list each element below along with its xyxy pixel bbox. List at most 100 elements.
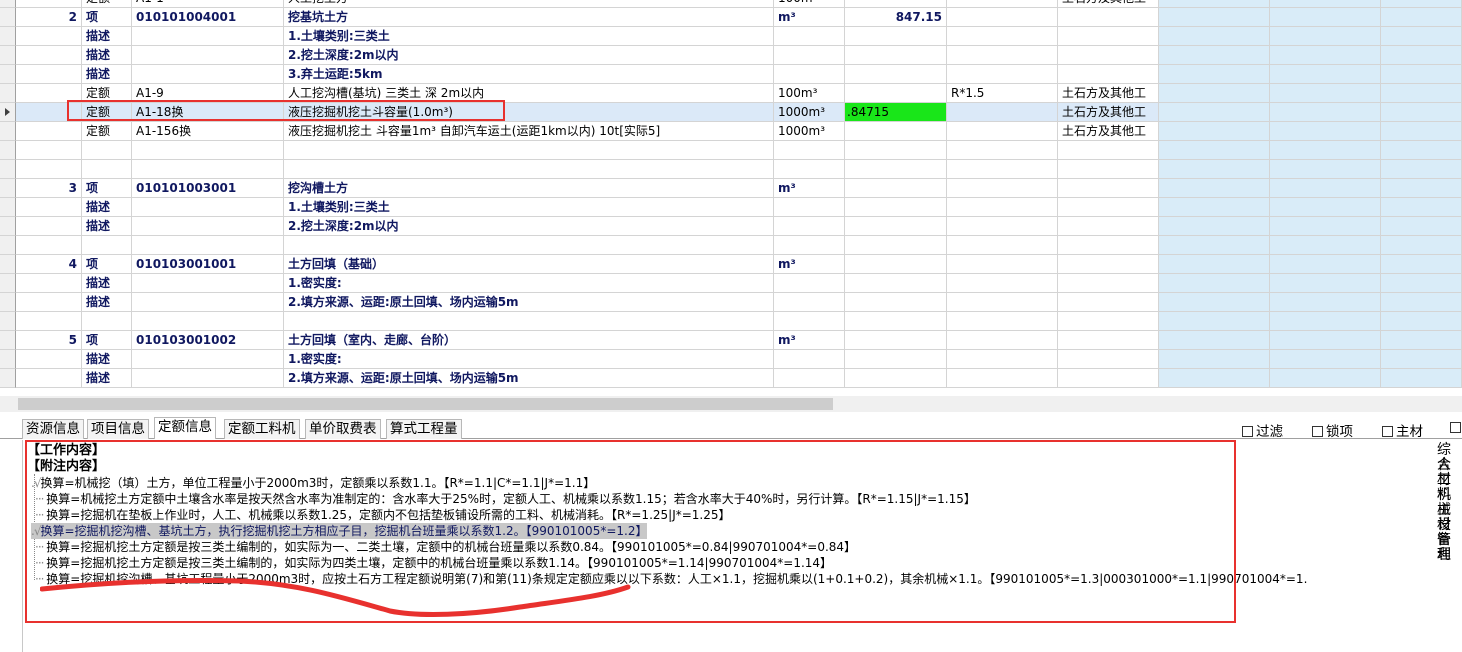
- row-indicator[interactable]: [0, 27, 16, 46]
- row-profession[interactable]: 土石方及其他工: [1058, 122, 1159, 141]
- row-type[interactable]: 项: [82, 179, 132, 198]
- row-type[interactable]: [82, 236, 132, 255]
- row-conversion[interactable]: [947, 103, 1058, 122]
- blank-column-cell[interactable]: [1381, 293, 1462, 312]
- blank-column-cell[interactable]: [1270, 293, 1381, 312]
- row-indicator[interactable]: [0, 217, 16, 236]
- lock-item-checkbox[interactable]: 锁项: [1312, 420, 1353, 440]
- blank-column-cell[interactable]: [1159, 179, 1270, 198]
- table-row[interactable]: 描述 1.土壤类别:三类土: [0, 27, 1462, 46]
- row-unit[interactable]: [774, 141, 845, 160]
- row-qty[interactable]: [845, 179, 947, 198]
- blank-column-cell[interactable]: [1270, 312, 1381, 331]
- row-type[interactable]: 项: [82, 331, 132, 350]
- row-seq[interactable]: [16, 369, 82, 388]
- row-type[interactable]: 描述: [82, 46, 132, 65]
- row-code[interactable]: [132, 312, 284, 331]
- row-conversion[interactable]: [947, 179, 1058, 198]
- row-indicator[interactable]: [0, 46, 16, 65]
- blank-column-cell[interactable]: [1381, 65, 1462, 84]
- row-unit[interactable]: [774, 217, 845, 236]
- row-indicator[interactable]: [0, 293, 16, 312]
- blank-column-cell[interactable]: [1270, 0, 1381, 8]
- row-type[interactable]: 描述: [82, 293, 132, 312]
- row-conversion[interactable]: [947, 160, 1058, 179]
- blank-column-cell[interactable]: [1159, 198, 1270, 217]
- row-name[interactable]: 3.弃土运距:5km: [284, 65, 774, 84]
- row-name[interactable]: [284, 312, 774, 331]
- row-conversion[interactable]: R*1.5: [947, 84, 1058, 103]
- blank-column-cell[interactable]: [1159, 236, 1270, 255]
- blank-column-cell[interactable]: [1270, 179, 1381, 198]
- table-row[interactable]: 定额A1-1人工挖土方100m³ 土石方及其他工: [0, 0, 1462, 8]
- blank-column-cell[interactable]: [1381, 331, 1462, 350]
- row-type[interactable]: 描述: [82, 27, 132, 46]
- row-code[interactable]: [132, 27, 284, 46]
- tab-project-info[interactable]: 项目信息: [87, 419, 149, 439]
- blank-column-cell[interactable]: [1270, 331, 1381, 350]
- row-indicator[interactable]: [0, 0, 16, 8]
- blank-column-cell[interactable]: [1381, 46, 1462, 65]
- blank-column-cell[interactable]: [1381, 141, 1462, 160]
- row-indicator[interactable]: [0, 255, 16, 274]
- row-unit[interactable]: [774, 312, 845, 331]
- blank-column-cell[interactable]: [1381, 236, 1462, 255]
- row-conversion[interactable]: [947, 331, 1058, 350]
- row-seq[interactable]: 4: [16, 255, 82, 274]
- row-indicator[interactable]: [0, 274, 16, 293]
- row-unit[interactable]: [774, 198, 845, 217]
- tab-unit-price-fees[interactable]: 单价取费表: [305, 419, 381, 439]
- row-name[interactable]: 挖沟槽土方: [284, 179, 774, 198]
- blank-column-cell[interactable]: [1270, 46, 1381, 65]
- row-name[interactable]: 液压挖掘机挖土 斗容量1m³ 自卸汽车运土(运距1km以内) 10t[实际5]: [284, 122, 774, 141]
- row-type[interactable]: 定额: [82, 0, 132, 8]
- blank-column-cell[interactable]: [1159, 122, 1270, 141]
- row-name[interactable]: 土方回填（基础）: [284, 255, 774, 274]
- row-indicator[interactable]: [0, 141, 16, 160]
- blank-column-cell[interactable]: [1159, 27, 1270, 46]
- blank-column-cell[interactable]: [1159, 350, 1270, 369]
- blank-column-cell[interactable]: [1270, 255, 1381, 274]
- row-profession[interactable]: [1058, 331, 1159, 350]
- row-seq[interactable]: [16, 160, 82, 179]
- blank-column-cell[interactable]: [1159, 331, 1270, 350]
- row-code[interactable]: 010103001002: [132, 331, 284, 350]
- table-row[interactable]: [0, 141, 1462, 160]
- row-indicator[interactable]: [0, 331, 16, 350]
- blank-column-cell[interactable]: [1381, 350, 1462, 369]
- row-conversion[interactable]: [947, 27, 1058, 46]
- blank-column-cell[interactable]: [1270, 8, 1381, 27]
- table-row[interactable]: 5 项 010103001002 土方回填（室内、走廊、台阶） m³: [0, 331, 1462, 350]
- row-indicator[interactable]: [0, 236, 16, 255]
- row-profession[interactable]: [1058, 312, 1159, 331]
- blank-column-cell[interactable]: [1381, 122, 1462, 141]
- blank-column-cell[interactable]: [1159, 160, 1270, 179]
- row-profession[interactable]: 土石方及其他工: [1058, 103, 1159, 122]
- row-indicator[interactable]: [0, 350, 16, 369]
- row-code[interactable]: [132, 350, 284, 369]
- row-qty[interactable]: [845, 274, 947, 293]
- row-conversion[interactable]: [947, 198, 1058, 217]
- tab-resource-info[interactable]: 资源信息: [22, 419, 84, 439]
- row-qty[interactable]: [845, 198, 947, 217]
- row-unit[interactable]: [774, 293, 845, 312]
- row-seq[interactable]: [16, 46, 82, 65]
- row-unit[interactable]: 1000m³: [774, 103, 845, 122]
- row-name[interactable]: 人工挖土方: [284, 0, 774, 8]
- row-indicator[interactable]: [0, 122, 16, 141]
- row-qty[interactable]: [845, 84, 947, 103]
- row-unit[interactable]: m³: [774, 255, 845, 274]
- blank-column-cell[interactable]: [1381, 217, 1462, 236]
- row-unit[interactable]: 100m³: [774, 84, 845, 103]
- blank-column-cell[interactable]: [1159, 0, 1270, 8]
- row-code[interactable]: 010101003001: [132, 179, 284, 198]
- row-conversion[interactable]: [947, 312, 1058, 331]
- blank-column-cell[interactable]: [1159, 369, 1270, 388]
- row-qty[interactable]: 847.15: [845, 8, 947, 27]
- row-unit[interactable]: [774, 46, 845, 65]
- table-row[interactable]: 3 项 010101003001 挖沟槽土方 m³: [0, 179, 1462, 198]
- row-name[interactable]: 1.密实度:: [284, 274, 774, 293]
- blank-column-cell[interactable]: [1159, 274, 1270, 293]
- row-profession[interactable]: [1058, 350, 1159, 369]
- row-indicator[interactable]: [0, 198, 16, 217]
